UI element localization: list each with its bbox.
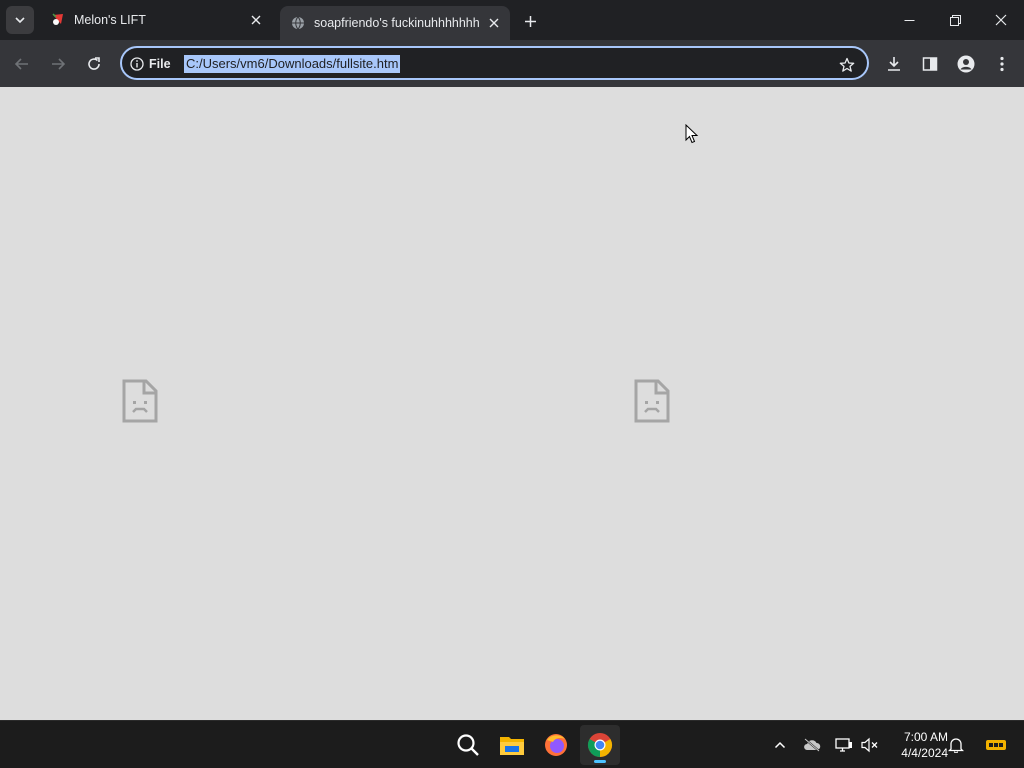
bookmark-star-button[interactable] [835,53,859,77]
network-tray-button[interactable] [832,733,856,757]
arrow-right-icon [52,58,66,70]
file-explorer-icon [500,737,524,755]
firefox-icon [545,734,567,756]
tab-strip: Melon's LIFT soapfriendo's fuckinuhhhhhh… [0,0,1024,40]
site-info-chip[interactable]: File [130,54,171,74]
plus-icon [524,15,536,27]
cloud-offline-icon [804,738,821,752]
tab-soapfriendo[interactable]: soapfriendo's fuckinuhhhhhhh [280,6,510,40]
arrow-left-icon [14,58,28,70]
profile-button[interactable] [952,50,980,78]
tab-melons-lift[interactable]: Melon's LIFT [40,0,272,40]
minimize-button[interactable] [886,0,932,40]
minimize-icon [904,19,914,21]
site-info-label: File [149,57,171,71]
volume-muted-icon [861,737,878,753]
more-vert-icon [1000,56,1004,72]
broken-image-icon [634,379,670,423]
restore-icon [949,14,961,26]
show-hidden-icons-button[interactable] [768,733,792,757]
star-icon [839,57,855,72]
onedrive-tray-button[interactable] [800,733,824,757]
active-app-indicator [594,760,606,763]
taskbar: 7:00 AM 4/4/2024 [0,720,1024,768]
downloads-button[interactable] [880,50,908,78]
volume-tray-button[interactable] [858,733,882,757]
back-button[interactable] [8,50,36,78]
clock-date: 4/4/2024 [901,746,948,760]
globe-icon [290,15,306,31]
mouse-cursor-icon [685,124,699,144]
side-panel-button[interactable] [916,50,944,78]
notifications-button[interactable] [944,733,968,757]
system-clock[interactable]: 7:00 AM 4/4/2024 [886,729,948,761]
taskbar-search-button[interactable] [448,725,488,765]
chevron-down-icon [15,17,25,24]
taskbar-firefox[interactable] [536,725,576,765]
url-text[interactable]: C:/Users/vm6/Downloads/fullsite.htm [184,55,401,73]
tab-title: Melon's LIFT [74,13,146,27]
notification-bell-icon [948,738,964,753]
tab-title: soapfriendo's fuckinuhhhhhhh [314,16,480,30]
profile-icon [957,55,975,73]
download-icon [888,57,900,71]
reload-button[interactable] [80,50,108,78]
forward-button[interactable] [44,50,72,78]
chrome-icon [587,733,613,757]
page-content [0,87,1024,720]
broken-image-icon [122,379,158,423]
close-tab-icon[interactable] [484,13,504,33]
pre-badge [984,733,1008,757]
chevron-up-icon [774,741,786,749]
network-icon [835,738,852,752]
new-tab-button[interactable] [518,9,542,33]
reload-icon [88,57,100,70]
menu-button[interactable] [988,50,1016,78]
taskbar-chrome[interactable] [580,725,620,765]
taskbar-file-explorer[interactable] [492,725,532,765]
address-bar[interactable]: File C:/Users/vm6/Downloads/fullsite.htm [120,46,869,80]
restore-button[interactable] [932,0,978,40]
close-window-button[interactable] [978,0,1024,40]
side-panel-icon [922,57,938,71]
info-icon [130,57,144,71]
search-icon [457,734,479,756]
clock-time: 7:00 AM [903,730,948,744]
pre-badge-icon [986,740,1006,750]
tab-search-button[interactable] [6,6,34,34]
close-tab-icon[interactable] [246,10,266,30]
browser-toolbar: File C:/Users/vm6/Downloads/fullsite.htm [0,40,1024,87]
tab-favicon-icon [50,12,66,28]
close-icon [995,14,1007,26]
